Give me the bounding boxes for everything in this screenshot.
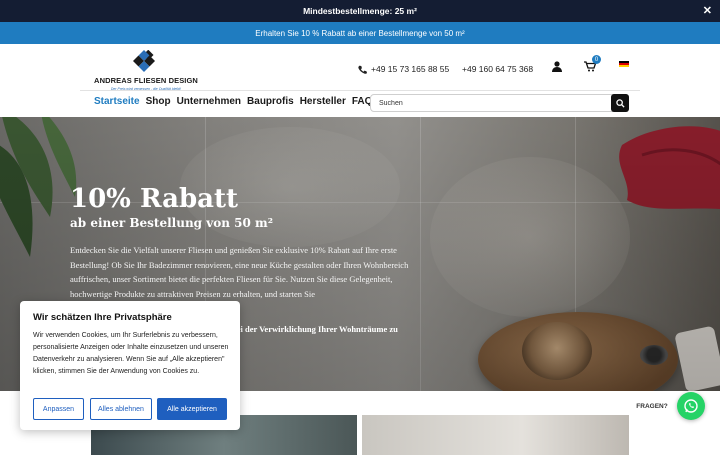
logo[interactable]: ANDREAS FLIESEN DESIGN Der Preis wird ve… xyxy=(90,48,202,92)
main-nav: Startseite Shop Unternehmen Bauprofis He… xyxy=(94,96,372,107)
nav-item-startseite[interactable]: Startseite xyxy=(94,96,140,107)
promo-bar: Erhalten Sie 10 % Rabatt ab einer Bestel… xyxy=(0,22,720,44)
cookie-consent-banner: Wir schätzen Ihre Privatsphäre Wir verwe… xyxy=(20,301,240,430)
hero-cta-text: bei der Verwirklichung Ihrer Wohnträume … xyxy=(232,324,398,334)
nav-divider xyxy=(80,90,640,91)
hero-body-text: Entdecken Sie die Vielfalt unserer Flies… xyxy=(70,245,409,299)
phone-link-2[interactable]: +49 160 64 75 368 xyxy=(462,64,533,74)
promo-text: Erhalten Sie 10 % Rabatt ab einer Bestel… xyxy=(255,28,465,38)
min-order-text: Mindestbestellmenge: 25 m² xyxy=(303,6,417,16)
nav-item-hersteller[interactable]: Hersteller xyxy=(300,96,346,107)
close-icon[interactable]: ✕ xyxy=(703,4,712,17)
cart-count-badge: 0 xyxy=(592,55,601,64)
site-header: ANDREAS FLIESEN DESIGN Der Preis wird ve… xyxy=(0,44,720,117)
logo-mark xyxy=(133,49,155,72)
hero-title: 10% Rabatt xyxy=(70,184,239,214)
search-icon xyxy=(615,98,625,108)
search-button[interactable] xyxy=(611,94,629,112)
category-card-image[interactable] xyxy=(362,415,629,455)
phone-icon xyxy=(358,65,367,74)
phone-number-1: +49 15 73 165 88 55 xyxy=(371,64,450,74)
whatsapp-button[interactable] xyxy=(677,392,705,420)
phone-link-1[interactable]: +49 15 73 165 88 55 xyxy=(358,64,449,74)
logo-brand-text: ANDREAS FLIESEN DESIGN xyxy=(94,76,198,85)
chat-label[interactable]: FRAGEN? xyxy=(630,399,674,413)
search-bar xyxy=(370,94,629,112)
hero-subtitle: ab einer Bestellung von 50 m² xyxy=(70,216,273,230)
cookie-title: Wir schätzen Ihre Privatsphäre xyxy=(33,312,172,323)
nav-item-unternehmen[interactable]: Unternehmen xyxy=(177,96,241,107)
top-announcement-bar: Mindestbestellmenge: 25 m² ✕ xyxy=(0,0,720,22)
nav-item-bauprofis[interactable]: Bauprofis xyxy=(247,96,294,107)
cookie-text: Wir verwenden Cookies, um Ihr Surferlebn… xyxy=(33,332,229,375)
reject-all-button[interactable]: Alles ablehnen xyxy=(90,398,152,420)
german-flag-icon[interactable] xyxy=(619,61,629,67)
whatsapp-icon xyxy=(684,399,698,413)
user-icon[interactable] xyxy=(552,59,562,72)
accept-all-button[interactable]: Alle akzeptieren xyxy=(157,398,227,420)
search-input[interactable] xyxy=(379,97,609,110)
customize-button[interactable]: Anpassen xyxy=(33,398,84,420)
nav-item-shop[interactable]: Shop xyxy=(146,96,171,107)
phone-number-2: +49 160 64 75 368 xyxy=(462,64,534,74)
